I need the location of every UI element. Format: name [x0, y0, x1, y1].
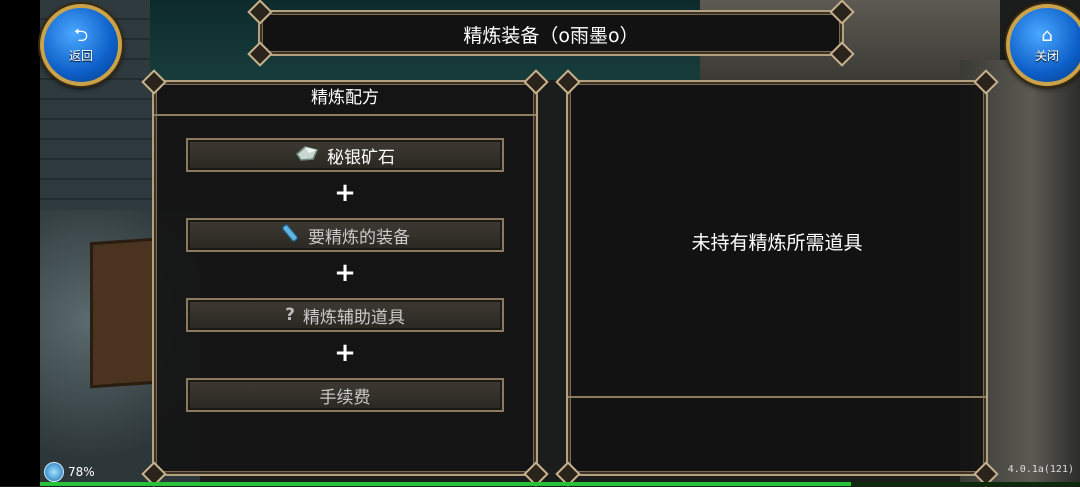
back-button[interactable]: ⮌ 返回	[40, 4, 122, 86]
page-title: 精炼装备（o雨墨o）	[463, 25, 639, 47]
recipe-panel: 精炼配方 秘银矿石 + 要精炼的装备 + ? 精炼辅助道具 + 手续费	[141, 69, 549, 487]
battery-icon	[44, 462, 64, 482]
auxiliary-item-slot[interactable]: ? 精炼辅助道具	[186, 298, 504, 332]
recipe-title: 精炼配方	[154, 82, 536, 116]
loading-bar	[40, 482, 1080, 486]
title-bar: 精炼装备（o雨墨o）	[247, 0, 855, 67]
question-icon: ?	[285, 305, 295, 325]
wooden-sign	[90, 237, 156, 389]
material-slot-ore[interactable]: 秘银矿石	[186, 138, 504, 172]
battery-indicator: 78%	[44, 462, 95, 482]
material-slot-ore-label: 秘银矿石	[327, 147, 395, 168]
equipment-icon	[280, 223, 300, 248]
close-button[interactable]: ⌂ 关闭	[1006, 4, 1080, 86]
fee-label: 手续费	[319, 387, 371, 408]
version-label: 4.0.1a(121)	[1007, 464, 1074, 475]
info-panel: 未持有精炼所需道具	[555, 69, 999, 487]
auxiliary-item-label: 精炼辅助道具	[302, 307, 405, 328]
loading-bar-fill	[40, 482, 852, 486]
equipment-slot[interactable]: 要精炼的装备	[186, 218, 504, 252]
equipment-slot-label: 要精炼的装备	[308, 227, 410, 248]
plus-sign: +	[334, 178, 356, 208]
close-label: 关闭	[1034, 48, 1059, 63]
fee-slot: 手续费	[186, 378, 504, 412]
panel-divider	[568, 396, 986, 398]
home-icon: ⌂	[1041, 24, 1053, 46]
silver-ore-icon	[295, 144, 319, 167]
plus-sign: +	[334, 258, 356, 288]
plus-sign: +	[334, 338, 356, 368]
screen-edge	[0, 0, 40, 486]
back-label: 返回	[68, 48, 93, 63]
status-message: 未持有精炼所需道具	[691, 232, 863, 254]
battery-level: 78%	[68, 465, 95, 479]
back-arrow-icon: ⮌	[73, 24, 89, 46]
